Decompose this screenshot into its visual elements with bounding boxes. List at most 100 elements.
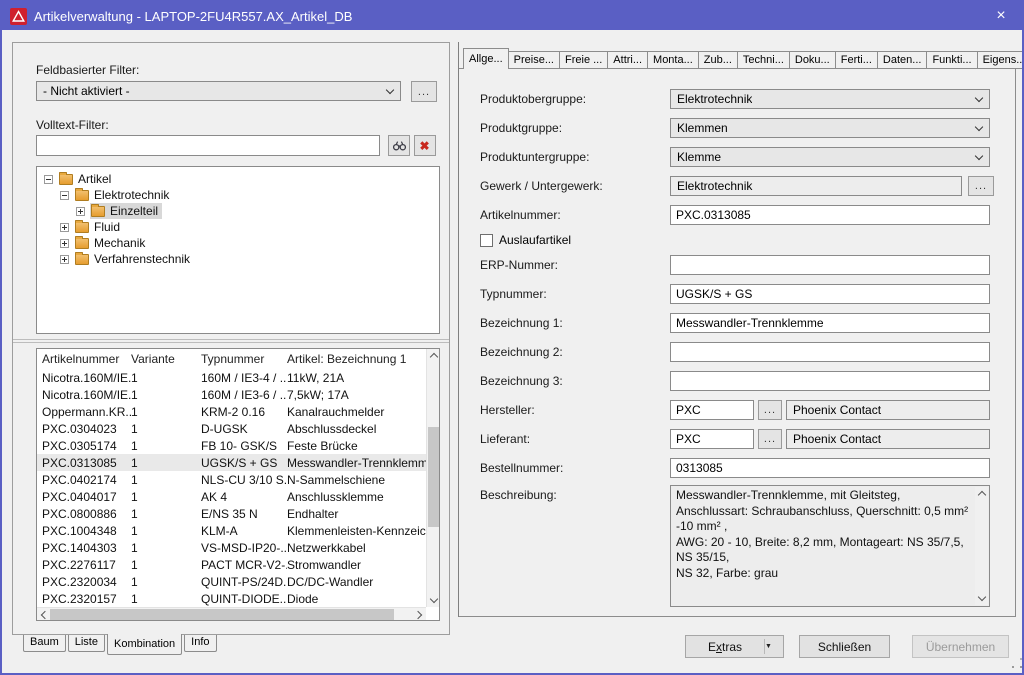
extras-button[interactable]: Extras ▼ (685, 635, 784, 658)
field-filter-browse-button[interactable]: ... (411, 81, 437, 102)
scroll-up-icon[interactable] (975, 487, 988, 500)
detail-tab[interactable]: Techni... (737, 51, 790, 69)
cell-variante: 1 (131, 558, 201, 572)
expander-icon[interactable] (60, 255, 69, 264)
table-row[interactable]: PXC.0404017 1 AK 4 Anschlussklemme (37, 488, 426, 505)
scroll-right-icon[interactable] (413, 608, 426, 621)
fulltext-filter-input[interactable] (36, 135, 380, 156)
cell-variante: 1 (131, 422, 201, 436)
cell-artikelnummer: Nicotra.160M/IE... (42, 371, 131, 385)
table-row[interactable]: PXC.2320034 1 QUINT-PS/24D... DC/DC-Wand… (37, 573, 426, 590)
tab-label: Eigens... (983, 54, 1024, 66)
table-row[interactable]: PXC.1404303 1 VS-MSD-IP20-... Netzwerkka… (37, 539, 426, 556)
table-row[interactable]: PXC.1004348 1 KLM-A Klemmenleisten-Kennz… (37, 522, 426, 539)
auslaufartikel-checkbox[interactable] (480, 234, 493, 247)
gewerk-browse-button[interactable]: ... (968, 176, 994, 196)
detail-tab[interactable]: Ferti... (835, 51, 878, 69)
cell-variante: 1 (131, 456, 201, 470)
table-row[interactable]: PXC.0304023 1 D-UGSK Abschlussdeckel (37, 420, 426, 437)
vertical-scrollbar[interactable] (975, 487, 988, 605)
tree-item[interactable]: Elektrotechnik (37, 187, 439, 203)
table-row[interactable]: PXC.0800886 1 E/NS 35 N Endhalter (37, 505, 426, 522)
field-filter-combobox[interactable]: - Nicht aktiviert - (36, 81, 401, 101)
cell-bezeichnung: Endhalter (287, 507, 426, 521)
table-row[interactable]: PXC.2320157 1 QUINT-DIODE... Diode (37, 590, 426, 607)
artikelnummer-input[interactable] (670, 205, 990, 225)
hersteller-code-input[interactable] (670, 400, 754, 420)
bezeichnung3-input[interactable] (670, 371, 990, 391)
resize-grip-icon[interactable] (1012, 666, 1014, 668)
expander-icon[interactable] (76, 207, 85, 216)
scroll-down-icon[interactable] (427, 594, 440, 607)
expander-icon[interactable] (44, 175, 53, 184)
titlebar: Artikelverwaltung - LAPTOP-2FU4R557.AX_A… (2, 2, 1022, 30)
lieferant-code-input[interactable] (670, 429, 754, 449)
cell-typnummer: FB 10- GSK/S (201, 439, 287, 453)
scrollbar-thumb[interactable] (50, 609, 394, 620)
column-header[interactable]: Artikelnummer (42, 352, 131, 366)
folder-icon (75, 190, 89, 201)
cell-artikelnummer: Nicotra.160M/IE... (42, 388, 131, 402)
schliessen-button[interactable]: Schließen (799, 635, 890, 658)
horizontal-scrollbar[interactable] (37, 607, 426, 620)
produktgruppe-combobox[interactable]: Klemmen (670, 118, 990, 138)
view-tab[interactable]: Baum (23, 635, 66, 652)
bestellnummer-input[interactable] (670, 458, 990, 478)
table-row[interactable]: PXC.0313085 1 UGSK/S + GS Messwandler-Tr… (37, 454, 426, 471)
expander-icon[interactable] (60, 239, 69, 248)
tree-item-label: Mechanik (94, 236, 145, 250)
detail-tab[interactable]: Allge... (463, 48, 509, 69)
table-row[interactable]: PXC.0402174 1 NLS-CU 3/10 S... N-Sammels… (37, 471, 426, 488)
lieferant-browse-button[interactable]: ... (758, 429, 782, 449)
close-icon[interactable]: × (988, 5, 1014, 27)
detail-tab[interactable]: Funkti... (926, 51, 977, 69)
tree-item[interactable]: Fluid (37, 219, 439, 235)
tree-item[interactable]: Artikel (37, 171, 439, 187)
tree-item[interactable]: Einzelteil (37, 203, 439, 219)
scroll-down-icon[interactable] (975, 592, 988, 605)
detail-tab[interactable]: Doku... (789, 51, 836, 69)
table-row[interactable]: Nicotra.160M/IE... 1 160M / IE3-4 / ... … (37, 369, 426, 386)
table-header[interactable]: Artikelnummer Variante Typnummer Artikel… (37, 349, 426, 369)
table-row[interactable]: Oppermann.KR... 1 KRM-2 0.16 Kanalrauchm… (37, 403, 426, 420)
detail-tab[interactable]: Zub... (698, 51, 738, 69)
vertical-scrollbar[interactable] (426, 349, 439, 607)
detail-tab[interactable]: Eigens... (977, 51, 1024, 69)
bezeichnung1-input[interactable] (670, 313, 990, 333)
detail-tab[interactable]: Freie ... (559, 51, 608, 69)
detail-tab[interactable]: Daten... (877, 51, 928, 69)
search-button[interactable] (388, 135, 410, 156)
table-row[interactable]: Nicotra.160M/IE... 1 160M / IE3-6 / ... … (37, 386, 426, 403)
produktuntergruppe-value: Klemme (677, 150, 721, 164)
clear-filter-button[interactable]: ✖ (414, 135, 436, 156)
detail-tab[interactable]: Attri... (607, 51, 648, 69)
scroll-up-icon[interactable] (427, 349, 440, 362)
produktobergruppe-combobox[interactable]: Elektrotechnik (670, 89, 990, 109)
column-header[interactable]: Variante (131, 352, 201, 366)
hersteller-browse-button[interactable]: ... (758, 400, 782, 420)
detail-tab[interactable]: Monta... (647, 51, 699, 69)
detail-tab[interactable]: Preise... (508, 51, 560, 69)
cell-typnummer: KLM-A (201, 524, 287, 538)
produktuntergruppe-combobox[interactable]: Klemme (670, 147, 990, 167)
column-header[interactable]: Artikel: Bezeichnung 1 (287, 352, 426, 366)
bezeichnung2-input[interactable] (670, 342, 990, 362)
tree-item[interactable]: Mechanik (37, 235, 439, 251)
view-tab[interactable]: Kombination (107, 634, 182, 655)
view-tab[interactable]: Info (184, 635, 216, 652)
expander-icon[interactable] (60, 223, 69, 232)
table-row[interactable]: PXC.0305174 1 FB 10- GSK/S Feste Brücke (37, 437, 426, 454)
column-header[interactable]: Typnummer (201, 352, 287, 366)
beschreibung-field[interactable]: Messwandler-Trennklemme, mit Gleitsteg, … (670, 485, 990, 607)
panel-splitter[interactable] (13, 339, 449, 343)
typnummer-input[interactable] (670, 284, 990, 304)
expander-icon[interactable] (60, 191, 69, 200)
view-tab[interactable]: Liste (68, 635, 105, 652)
scroll-left-icon[interactable] (37, 608, 50, 621)
erp-nummer-input[interactable] (670, 255, 990, 275)
dropdown-arrow-icon[interactable]: ▼ (765, 643, 783, 650)
cell-bezeichnung: 7,5kW; 17A (287, 388, 426, 402)
tree-item[interactable]: Verfahrenstechnik (37, 251, 439, 267)
table-row[interactable]: PXC.2276117 1 PACT MCR-V2-... Stromwandl… (37, 556, 426, 573)
scrollbar-thumb[interactable] (428, 427, 439, 527)
